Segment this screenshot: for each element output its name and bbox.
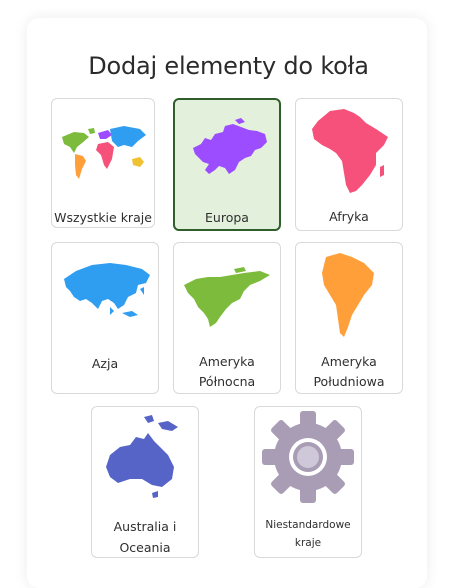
australia-map-icon — [106, 415, 178, 498]
card-label-line-1: Ameryka — [321, 354, 377, 369]
asia-map-icon — [64, 263, 150, 317]
card-label: Europa — [205, 210, 249, 225]
south-america-map-icon — [322, 253, 374, 337]
card-oceania[interactable]: Australia i Oceania — [91, 406, 199, 558]
card-europe[interactable]: Europa — [173, 98, 281, 231]
card-label-line-2: kraje — [294, 537, 322, 549]
card-all-countries[interactable]: Wszystkie kraje — [51, 98, 155, 228]
card-south-america[interactable]: Ameryka Południowa — [295, 242, 403, 394]
card-label-line-2: Południowa — [313, 374, 385, 389]
card-label-line-1: Niestandardowe — [265, 519, 351, 531]
card-label: Azja — [91, 356, 119, 371]
europe-map-icon — [193, 118, 267, 174]
world-map-icon — [62, 126, 146, 179]
card-label-line-2: Oceania — [119, 540, 171, 555]
card-asia[interactable]: Azja — [51, 242, 159, 394]
page-title: Dodaj elementy do koła — [88, 52, 369, 80]
card-north-america[interactable]: Ameryka Północna — [173, 242, 281, 394]
card-label: Wszystkie kraje — [54, 210, 152, 225]
card-label: Afryka — [329, 209, 369, 224]
card-africa[interactable]: Afryka — [295, 98, 403, 231]
card-label-line-1: Australia i — [113, 519, 177, 534]
card-custom-countries[interactable]: Niestandardowe kraje — [254, 406, 362, 558]
card-label-line-2: Północna — [198, 374, 256, 389]
gear-icon — [262, 411, 354, 503]
north-america-map-icon — [184, 267, 270, 327]
card-label-line-1: Ameryka — [199, 354, 255, 369]
africa-map-icon — [312, 109, 388, 193]
